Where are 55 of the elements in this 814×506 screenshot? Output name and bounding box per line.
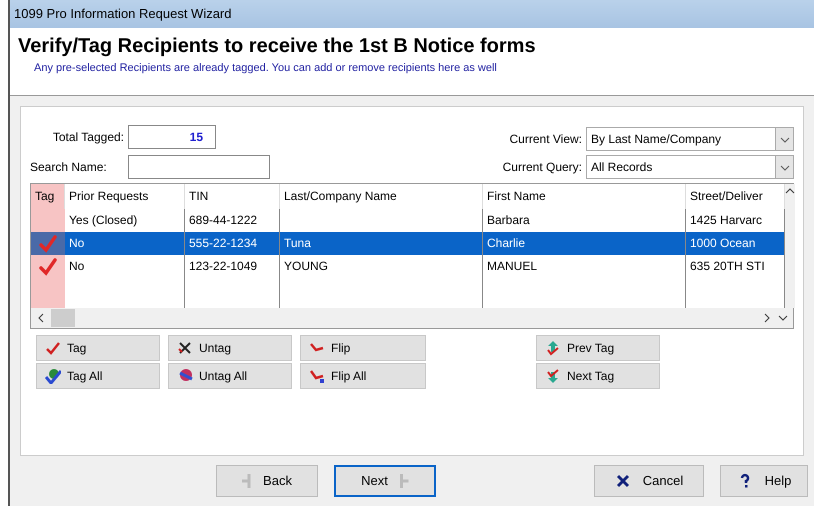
check-icon: [38, 234, 58, 252]
table-cell: No: [69, 236, 84, 250]
window-title: 1099 Pro Information Request Wizard: [14, 5, 232, 24]
close-icon: [614, 473, 631, 489]
arrow-icon: [400, 474, 409, 488]
button-icon: [45, 368, 61, 384]
tag-cell[interactable]: [31, 278, 65, 308]
total-tagged-field: 15: [128, 125, 216, 149]
button-icon: [45, 340, 61, 356]
query-dropdown[interactable]: All Records: [586, 155, 794, 179]
scrollbar-thumb[interactable]: [51, 309, 75, 327]
table-cell: MANUEL: [487, 259, 538, 273]
table-cell: YOUNG: [284, 259, 328, 273]
table-cell: Tuna: [284, 236, 311, 250]
table-cell: No: [69, 259, 84, 273]
table-cell: 123-22-1049: [189, 259, 258, 273]
untagall-button[interactable]: Untag All: [168, 363, 292, 389]
page-subtitle: Any pre-selected Recipients are already tagged. You can add or remove recipients here as well: [34, 61, 497, 76]
arrow-icon: [242, 474, 252, 488]
untag-button[interactable]: Untag: [168, 335, 292, 361]
table-cell: 689-44-1222: [189, 213, 258, 227]
field-label: Current View:: [508, 131, 582, 148]
tagall-button[interactable]: Tag All: [36, 363, 160, 389]
help-button[interactable]: Help: [720, 465, 808, 497]
view-dropdown[interactable]: By Last Name/Company: [586, 127, 794, 151]
tag-button[interactable]: Tag: [36, 335, 160, 361]
tag-cell[interactable]: [31, 209, 65, 232]
search-field[interactable]: [128, 155, 270, 179]
table-cell: 635 20TH STI: [690, 259, 765, 273]
tag-cell[interactable]: [31, 232, 65, 255]
cancel-button[interactable]: Cancel: [594, 465, 704, 497]
button-icon: [309, 368, 325, 384]
table-cell: Charlie: [487, 236, 526, 250]
column-header[interactable]: Tag: [31, 184, 65, 209]
table-cell: 1000 Ocean: [690, 236, 756, 250]
table-cell: 555-22-1234: [189, 236, 258, 250]
button-icon: [177, 368, 193, 384]
field-label: Current Query:: [502, 159, 582, 176]
button-icon: [545, 368, 561, 384]
check-icon: [38, 258, 58, 276]
back-button[interactable]: Back: [216, 465, 318, 497]
tag-cell[interactable]: [31, 255, 65, 278]
next-button[interactable]: Next: [334, 465, 436, 497]
next-button[interactable]: Next Tag: [536, 363, 660, 389]
table-cell: Yes (Closed): [69, 213, 138, 227]
table-cell: Barbara: [487, 213, 530, 227]
button-icon: [545, 340, 561, 356]
page-heading: Verify/Tag Recipients to receive the 1st B Notice forms: [18, 34, 536, 59]
field-label: Total Tagged:: [52, 129, 124, 146]
flip-button[interactable]: Flip: [300, 335, 426, 361]
field-label: Search Name:: [30, 159, 108, 176]
table-cell: 1425 Harvarc: [690, 213, 762, 227]
button-icon: [177, 340, 193, 356]
flipall-button[interactable]: Flip All: [300, 363, 426, 389]
prev-button[interactable]: Prev Tag: [536, 335, 660, 361]
